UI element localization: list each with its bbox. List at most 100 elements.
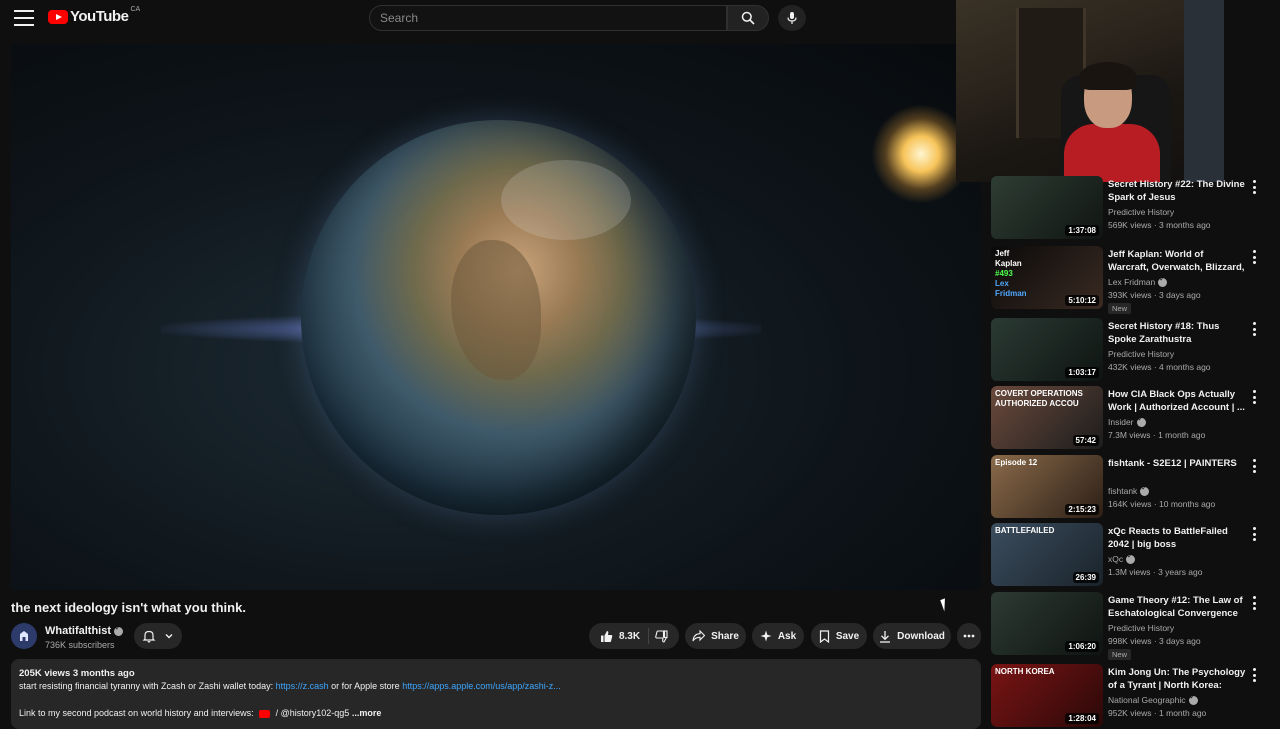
youtube-logo[interactable]: YouTube CA xyxy=(48,6,140,25)
recommended-video[interactable]: COVERT OPERATIONS AUTHORIZED ACCOU 57:42 Ho… xyxy=(991,386,1280,450)
recommended-views-date: 569K views · 3 months ago xyxy=(1108,220,1211,230)
webcam-person-shirt xyxy=(1064,124,1160,182)
video-thumbnail[interactable]: Jeff Kaplan #493 Lex Fridman 5:10:12 xyxy=(991,246,1103,309)
verified-icon xyxy=(1136,415,1146,428)
recommended-views-date: 952K views · 1 month ago xyxy=(1108,708,1207,718)
thumbnail-text: Episode 12 xyxy=(995,458,1037,468)
apple-store-link[interactable]: https://apps.apple.com/us/app/zashi-z... xyxy=(402,681,561,691)
like-button[interactable]: 8.3K xyxy=(600,628,650,644)
verified-icon xyxy=(1140,484,1150,497)
video-thumbnail[interactable]: 1:06:20 xyxy=(991,592,1103,655)
thumbnail-text: Jeff Kaplan #493 Lex Fridman xyxy=(995,249,1027,299)
recommended-video-title[interactable]: Game Theory #12: The Law of Eschatologic… xyxy=(1108,594,1246,620)
channel-avatar[interactable] xyxy=(11,623,37,649)
recommended-views-date: 393K views · 3 days ago xyxy=(1108,290,1201,300)
recommended-video[interactable]: NORTH KOREA 1:28:04 Kim Jong Un: The Psych… xyxy=(991,664,1280,728)
recommended-views-date: 1.3M views · 3 years ago xyxy=(1108,567,1203,577)
recommended-channel[interactable]: xQc xyxy=(1108,552,1136,565)
recommended-video[interactable]: Episode 12 2:15:23 fishtank - S2E12 | PAIN… xyxy=(991,455,1280,519)
video-thumbnail[interactable]: COVERT OPERATIONS AUTHORIZED ACCOU 57:42 xyxy=(991,386,1103,449)
description-text-1: start resisting financial tyranny with Z… xyxy=(19,681,276,691)
video-thumbnail[interactable]: BATTLEFAILED 26:39 xyxy=(991,523,1103,586)
video-duration: 1:03:17 xyxy=(1065,367,1099,378)
recommended-channel[interactable]: fishtank xyxy=(1108,484,1150,497)
ask-button[interactable]: Ask xyxy=(752,623,804,649)
recommended-channel-name: Insider xyxy=(1108,417,1134,427)
recommended-video[interactable]: 1:37:08 Secret History #22: The Divine Sp… xyxy=(991,176,1280,240)
video-duration: 5:10:12 xyxy=(1065,295,1099,306)
recommended-channel[interactable]: Predictive History xyxy=(1108,207,1174,217)
recommended-video-title[interactable]: Kim Jong Un: The Psychology of a Tyrant … xyxy=(1108,666,1246,692)
menu-icon[interactable] xyxy=(14,10,34,28)
video-thumbnail[interactable]: 1:37:08 xyxy=(991,176,1103,239)
recommended-channel[interactable]: National Geographic xyxy=(1108,693,1198,706)
dislike-button[interactable] xyxy=(655,629,668,643)
video-duration: 1:06:20 xyxy=(1065,641,1099,652)
more-vertical-icon[interactable] xyxy=(1249,390,1259,404)
video-thumbnail[interactable]: NORTH KOREA 1:28:04 xyxy=(991,664,1103,727)
thumbnail-text-line: Lex xyxy=(995,279,1009,288)
recommended-video-title[interactable]: fishtank - S2E12 | PAINTERS xyxy=(1108,457,1246,470)
description-more-link[interactable]: ...more xyxy=(352,708,382,718)
recommended-channel[interactable]: Predictive History xyxy=(1108,623,1174,633)
notification-bell-button[interactable] xyxy=(134,623,182,649)
zcash-link[interactable]: https://z.cash xyxy=(276,681,329,691)
chevron-down-icon xyxy=(165,634,173,639)
voice-search-button[interactable] xyxy=(778,5,806,31)
recommended-video-title[interactable]: xQc Reacts to BattleFailed 2042 | big bo… xyxy=(1108,525,1246,551)
recommended-views-date: 998K views · 3 days ago xyxy=(1108,636,1201,646)
video-title: the next ideology isn't what you think. xyxy=(11,600,246,615)
new-badge: New xyxy=(1108,303,1132,314)
more-vertical-icon[interactable] xyxy=(1249,459,1259,473)
mouse-cursor xyxy=(940,596,954,612)
recommended-channel-name: Predictive History xyxy=(1108,349,1175,359)
description-text-2: or for Apple store xyxy=(328,681,403,691)
save-label: Save xyxy=(835,630,860,642)
thumbnail-text-line: NORTH KOREA xyxy=(995,667,1055,676)
recommended-video[interactable]: 1:06:20 Game Theory #12: The Law of Escha… xyxy=(991,592,1280,660)
search-input[interactable] xyxy=(370,6,726,30)
download-button[interactable]: Download xyxy=(873,623,951,649)
recommended-video[interactable]: 1:03:17 Secret History #18: Thus Spoke Za… xyxy=(991,318,1280,382)
more-vertical-icon[interactable] xyxy=(1249,250,1259,264)
description-line-1: start resisting financial tyranny with Z… xyxy=(19,680,973,693)
more-vertical-icon[interactable] xyxy=(1249,180,1259,194)
thumbnail-text-line: AUTHORIZED ACCOU xyxy=(995,399,1079,408)
video-thumbnail[interactable]: 1:03:17 xyxy=(991,318,1103,381)
recommended-video[interactable]: BATTLEFAILED 26:39 xQc Reacts to BattleFai… xyxy=(991,523,1280,587)
share-button[interactable]: Share xyxy=(685,623,746,649)
description-line-2: Link to my second podcast on world histo… xyxy=(19,707,973,720)
more-actions-button[interactable] xyxy=(957,623,981,649)
more-vertical-icon[interactable] xyxy=(1249,527,1259,541)
more-vertical-icon[interactable] xyxy=(1249,668,1259,682)
webcam-wall xyxy=(1184,0,1224,182)
like-dislike-group: 8.3K xyxy=(589,623,679,649)
recommended-channel[interactable]: Predictive History xyxy=(1108,349,1174,359)
more-vertical-icon[interactable] xyxy=(1249,322,1259,336)
recommended-video-title[interactable]: Secret History #18: Thus Spoke Zarathust… xyxy=(1108,320,1246,346)
history-channel-link[interactable]: / @history102-qg5 xyxy=(273,708,350,718)
video-duration: 1:37:08 xyxy=(1065,225,1099,236)
channel-logo-icon xyxy=(20,631,28,641)
save-button[interactable]: Save xyxy=(811,623,867,649)
recommended-views-date: 164K views · 10 months ago xyxy=(1108,499,1216,509)
recommended-video-title[interactable]: Jeff Kaplan: World of Warcraft, Overwatc… xyxy=(1108,248,1246,274)
search-icon xyxy=(741,11,755,25)
recommended-channel[interactable]: Insider xyxy=(1108,415,1146,428)
search-button[interactable] xyxy=(727,5,769,31)
description-box[interactable]: 205K views 3 months ago start resisting … xyxy=(11,659,981,729)
subscriber-count: 736K subscribers xyxy=(45,640,115,650)
recommended-video-title[interactable]: How CIA Black Ops Actually Work | Author… xyxy=(1108,388,1246,414)
recommended-video-title[interactable]: Secret History #22: The Divine Spark of … xyxy=(1108,178,1246,204)
recommended-views-date: 7.3M views · 1 month ago xyxy=(1108,430,1206,440)
recommended-video[interactable]: Jeff Kaplan #493 Lex Fridman 5:10:12 Jeff Kapl… xyxy=(991,246,1280,314)
recommended-channel-name: Predictive History xyxy=(1108,207,1175,217)
video-player[interactable] xyxy=(11,44,981,590)
thumbnail-text-line: Episode 12 xyxy=(995,458,1038,467)
recommended-channel[interactable]: Lex Fridman xyxy=(1108,275,1168,288)
youtube-mini-icon xyxy=(259,709,271,718)
verified-icon xyxy=(114,624,123,636)
video-thumbnail[interactable]: Episode 12 2:15:23 xyxy=(991,455,1103,518)
more-vertical-icon[interactable] xyxy=(1249,596,1259,610)
channel-name[interactable]: Whatifalthist xyxy=(45,624,123,637)
